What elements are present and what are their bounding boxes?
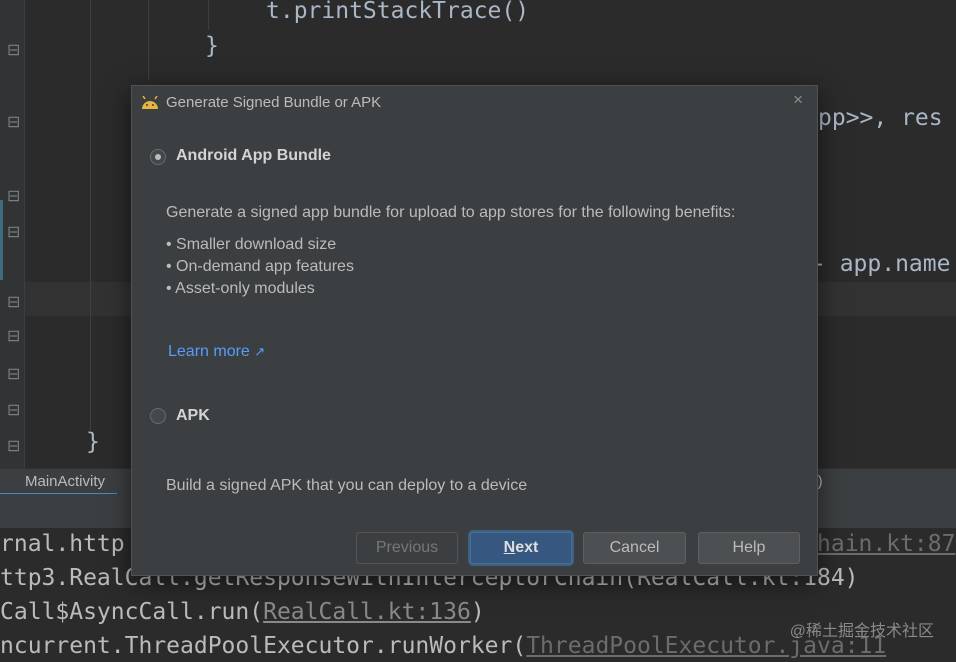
watermark: @稀土掘金技术社区 bbox=[789, 623, 934, 640]
fold-marker-icon[interactable]: ⊟ bbox=[7, 436, 20, 455]
console-text: rnal.http bbox=[0, 531, 125, 557]
fold-marker-icon[interactable]: ⊟ bbox=[7, 222, 20, 241]
indent-guide bbox=[208, 0, 209, 30]
console-text: Call$AsyncCall.run( bbox=[0, 599, 264, 625]
fold-marker-icon[interactable]: ⊟ bbox=[7, 112, 20, 131]
help-button[interactable]: Help bbox=[698, 532, 800, 564]
dialog-title: Generate Signed Bundle or APK bbox=[166, 94, 382, 111]
previous-button[interactable]: Previous bbox=[356, 532, 458, 564]
fold-marker-icon[interactable]: ⊟ bbox=[7, 400, 20, 419]
next-button[interactable]: Next bbox=[470, 532, 572, 564]
console-line: rnal.http hain.kt:87 bbox=[0, 528, 955, 560]
code-line: } bbox=[86, 429, 100, 455]
code-line: t.printStackTrace() bbox=[266, 0, 530, 24]
external-link-icon: ↗ bbox=[254, 344, 266, 359]
radio-selected-dot bbox=[155, 154, 161, 160]
close-icon[interactable]: × bbox=[793, 90, 803, 110]
console-text: ) bbox=[470, 599, 485, 625]
fold-marker-icon[interactable]: ⊟ bbox=[7, 326, 20, 345]
apk-description: Build a signed APK that you can deploy t… bbox=[166, 477, 528, 494]
next-mnemonic: N bbox=[503, 539, 516, 556]
fold-marker-icon[interactable]: ⊟ bbox=[7, 186, 20, 205]
fold-marker-icon[interactable]: ⊟ bbox=[7, 292, 20, 311]
benefit-item: • Asset-only modules bbox=[166, 280, 315, 297]
console-link[interactable]: hain.kt:87 bbox=[817, 528, 955, 560]
apk-radio[interactable] bbox=[150, 408, 166, 424]
bundle-description: Generate a signed app bundle for upload … bbox=[166, 204, 736, 221]
code-fragment: pp>>, res bbox=[818, 105, 943, 131]
generate-signed-bundle-dialog: Generate Signed Bundle or APK × Android … bbox=[131, 85, 818, 576]
indent-guide bbox=[148, 0, 149, 80]
code-line: pp>>, res bbox=[818, 104, 943, 132]
code-line: } bbox=[205, 33, 219, 59]
fold-marker-icon[interactable]: ⊟ bbox=[7, 364, 20, 383]
apk-label[interactable]: APK bbox=[176, 407, 210, 425]
android-icon bbox=[142, 96, 158, 109]
fold-marker-icon[interactable]: ⊟ bbox=[7, 40, 20, 59]
console-link[interactable]: RealCall.kt:136 bbox=[263, 599, 471, 625]
learn-more-link[interactable]: Learn more ↗ bbox=[168, 343, 265, 361]
next-label-rest: ext bbox=[515, 539, 539, 556]
benefit-item: • On-demand app features bbox=[166, 258, 354, 275]
code-line: - app.name bbox=[812, 251, 951, 277]
cancel-button[interactable]: Cancel bbox=[583, 532, 686, 564]
console-line: Call$AsyncCall.run(RealCall.kt:136) bbox=[0, 596, 485, 628]
android-app-bundle-radio[interactable] bbox=[150, 149, 166, 165]
change-marker bbox=[0, 200, 3, 280]
android-app-bundle-label[interactable]: Android App Bundle bbox=[176, 147, 331, 165]
learn-more-text[interactable]: Learn more bbox=[168, 343, 250, 360]
indent-guide bbox=[90, 0, 91, 430]
editor-gutter: ⊟ ⊟ ⊟ ⊟ ⊟ ⊟ ⊟ ⊟ ⊟ bbox=[0, 0, 25, 468]
dialog-titlebar[interactable]: Generate Signed Bundle or APK × bbox=[132, 86, 817, 120]
benefit-item: • Smaller download size bbox=[166, 236, 337, 253]
console-line: ncurrent.ThreadPoolExecutor.runWorker(Th… bbox=[0, 630, 886, 662]
console-text: ncurrent.ThreadPoolExecutor.runWorker( bbox=[0, 633, 527, 659]
tab-mainactivity[interactable]: MainActivity bbox=[0, 469, 118, 495]
